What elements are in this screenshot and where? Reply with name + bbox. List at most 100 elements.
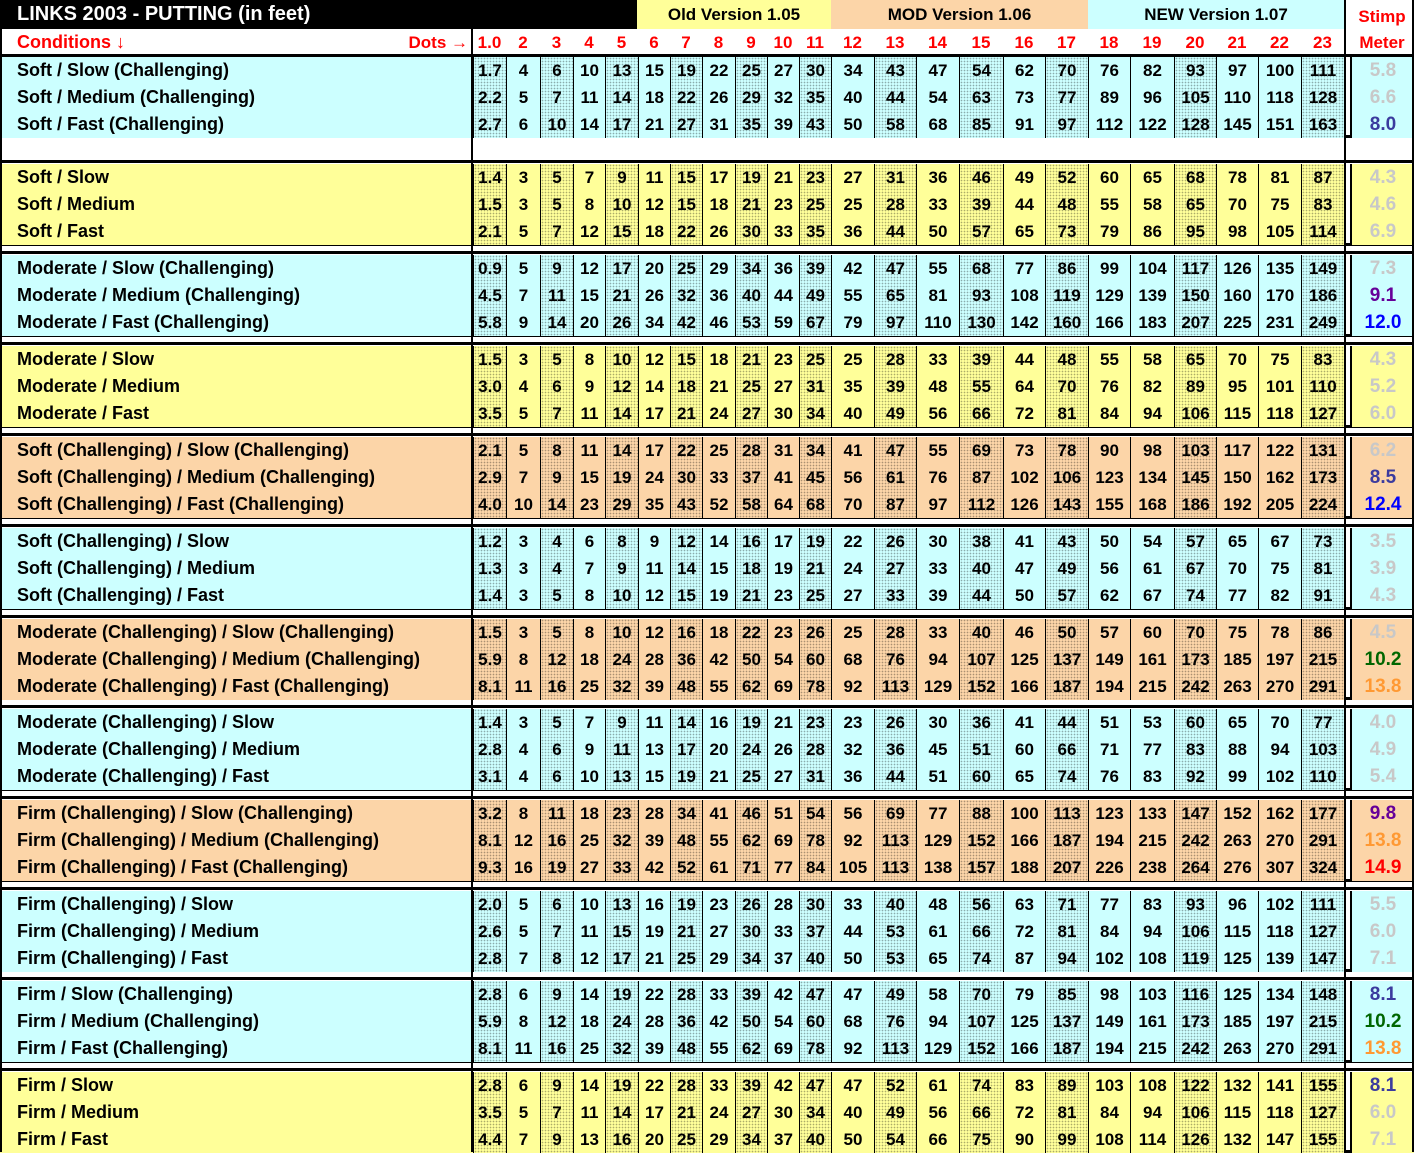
table-cell: 44 bbox=[1045, 709, 1088, 736]
table-cell: 2.7 bbox=[473, 111, 506, 138]
table-cell: 9 bbox=[540, 981, 573, 1008]
table-cell: 42 bbox=[767, 981, 799, 1008]
table-cell: 72 bbox=[1003, 400, 1045, 427]
table-cell: 14 bbox=[605, 400, 638, 427]
table-cell: 27 bbox=[831, 164, 874, 191]
table-cell: 70 bbox=[959, 981, 1003, 1008]
table-cell: 125 bbox=[1003, 646, 1045, 673]
table-cell: 21 bbox=[735, 582, 767, 609]
table-cell: 58 bbox=[916, 981, 959, 1008]
table-cell: 103 bbox=[1174, 437, 1216, 464]
stimp-value: 6.9 bbox=[1350, 218, 1414, 245]
table-cell: 57 bbox=[959, 218, 1003, 245]
table-cell: 36 bbox=[831, 763, 874, 790]
table-cell: 26 bbox=[702, 218, 735, 245]
table-cell: 39 bbox=[638, 827, 670, 854]
table-cell: 57 bbox=[1088, 619, 1130, 646]
stimp-value: 4.9 bbox=[1350, 736, 1414, 763]
table-cell: 29 bbox=[702, 945, 735, 972]
table-cell: 145 bbox=[1216, 111, 1258, 138]
table-cell: 62 bbox=[1003, 57, 1045, 84]
table-cell: 18 bbox=[573, 800, 605, 827]
table-cell: 125 bbox=[1216, 981, 1258, 1008]
table-cell: 98 bbox=[1088, 981, 1130, 1008]
putting-table: LINKS 2003 - PUTTING (in feet) Old Versi… bbox=[0, 0, 1414, 1153]
table-cell: 82 bbox=[1130, 57, 1174, 84]
table-cell: 40 bbox=[799, 945, 831, 972]
table-cell: 81 bbox=[916, 282, 959, 309]
stimp-value: 6.0 bbox=[1350, 918, 1414, 945]
table-cell: 134 bbox=[1258, 981, 1301, 1008]
table-cell: 36 bbox=[670, 1008, 702, 1035]
table-cell: 14 bbox=[638, 373, 670, 400]
table-cell: 122 bbox=[1174, 1072, 1216, 1099]
table-cell: 11 bbox=[638, 555, 670, 582]
table-cell: 215 bbox=[1130, 1035, 1174, 1062]
table-cell: 12 bbox=[638, 619, 670, 646]
stimp-value: 3.9 bbox=[1350, 555, 1414, 582]
table-cell: 45 bbox=[799, 464, 831, 491]
table-cell: 82 bbox=[1130, 373, 1174, 400]
table-cell: 14 bbox=[605, 84, 638, 111]
table-cell: 48 bbox=[670, 673, 702, 700]
table-cell: 84 bbox=[799, 854, 831, 881]
table-cell: 26 bbox=[605, 309, 638, 336]
table-cell: 155 bbox=[1301, 1126, 1344, 1153]
table-cell: 40 bbox=[735, 282, 767, 309]
table-cell: 34 bbox=[735, 945, 767, 972]
table-cell: 37 bbox=[799, 918, 831, 945]
table-cell: 34 bbox=[799, 1099, 831, 1126]
table-cell: 42 bbox=[831, 255, 874, 282]
table-cell: 35 bbox=[638, 491, 670, 518]
table-cell: 2.8 bbox=[473, 981, 506, 1008]
table-cell: 3 bbox=[506, 528, 540, 555]
table-cell: 89 bbox=[1174, 373, 1216, 400]
table-cell: 17 bbox=[605, 945, 638, 972]
table-cell: 55 bbox=[702, 1035, 735, 1062]
table-cell: 94 bbox=[1130, 918, 1174, 945]
table-cell: 5 bbox=[506, 400, 540, 427]
table-cell: 3 bbox=[506, 191, 540, 218]
table-cell: 16 bbox=[670, 619, 702, 646]
row-separator bbox=[0, 887, 1414, 890]
table-cell: 56 bbox=[831, 464, 874, 491]
table-cell: 242 bbox=[1174, 1035, 1216, 1062]
table-cell: 19 bbox=[670, 891, 702, 918]
table-cell: 17 bbox=[638, 437, 670, 464]
table-cell: 61 bbox=[874, 464, 916, 491]
table-cell: 40 bbox=[874, 891, 916, 918]
table-cell: 106 bbox=[1174, 918, 1216, 945]
table-cell: 151 bbox=[1258, 111, 1301, 138]
table-cell: 139 bbox=[1258, 945, 1301, 972]
table-cell: 22 bbox=[831, 528, 874, 555]
table-cell: 86 bbox=[1045, 255, 1088, 282]
table-cell: 23 bbox=[767, 191, 799, 218]
table-title: LINKS 2003 - PUTTING (in feet) bbox=[0, 0, 637, 29]
table-cell: 166 bbox=[1003, 1035, 1045, 1062]
table-cell: 72 bbox=[1003, 918, 1045, 945]
table-cell: 5 bbox=[506, 437, 540, 464]
table-cell: 56 bbox=[916, 1099, 959, 1126]
table-cell: 47 bbox=[874, 255, 916, 282]
table-cell: 99 bbox=[1216, 763, 1258, 790]
table-cell: 27 bbox=[670, 111, 702, 138]
table-cell: 56 bbox=[831, 800, 874, 827]
table-cell: 161 bbox=[1130, 646, 1174, 673]
table-cell: 26 bbox=[702, 84, 735, 111]
table-cell: 23 bbox=[831, 709, 874, 736]
table-cell: 19 bbox=[638, 918, 670, 945]
table-cell: 28 bbox=[735, 437, 767, 464]
table-cell: 67 bbox=[1130, 582, 1174, 609]
table-cell: 39 bbox=[767, 111, 799, 138]
mod-version-header: MOD Version 1.06 bbox=[831, 0, 1088, 29]
table-cell: 19 bbox=[799, 528, 831, 555]
table-cell: 114 bbox=[1130, 1126, 1174, 1153]
table-cell: 18 bbox=[670, 373, 702, 400]
table-cell: 15 bbox=[573, 282, 605, 309]
table-cell: 111 bbox=[1301, 57, 1344, 84]
table-cell: 166 bbox=[1088, 309, 1130, 336]
table-cell: 173 bbox=[1174, 1008, 1216, 1035]
dots-column-header: 8 bbox=[713, 33, 724, 52]
table-cell: 53 bbox=[1130, 709, 1174, 736]
row-label: Moderate / Fast bbox=[0, 400, 473, 427]
